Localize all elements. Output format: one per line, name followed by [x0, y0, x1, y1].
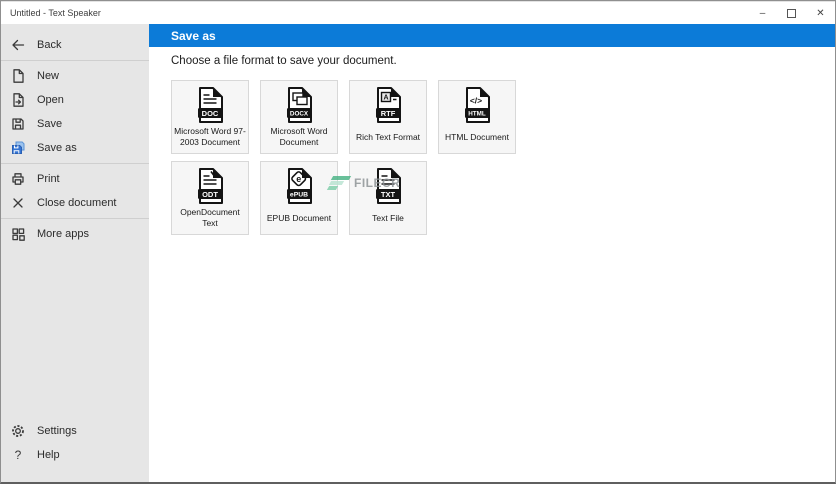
format-label: Rich Text Format	[356, 124, 420, 150]
format-tile-txt[interactable]: TXT Text File	[349, 161, 427, 235]
close-button[interactable]: ✕	[806, 2, 835, 24]
epub-file-icon: e ePUB	[284, 167, 314, 205]
save-floppy-icon	[10, 116, 26, 132]
page-header: Save as	[149, 24, 835, 47]
page-title: Save as	[171, 29, 216, 43]
format-row-1: DOC Microsoft Word 97-2003 Document DOCX	[171, 80, 835, 154]
sidebar-item-label: Help	[37, 449, 60, 461]
sidebar-separator	[1, 163, 149, 164]
content-area: Choose a file format to save your docume…	[149, 47, 835, 235]
format-label: OpenDocument Text	[174, 205, 246, 231]
sidebar-spacer	[1, 246, 149, 419]
sidebar-item-open[interactable]: Open	[1, 88, 149, 112]
svg-text:e: e	[296, 174, 301, 184]
sidebar-item-label: Back	[37, 39, 61, 51]
question-mark-icon: ?	[10, 447, 26, 463]
svg-text:</>: </>	[470, 96, 482, 106]
save-as-icon	[10, 140, 26, 156]
svg-text:DOC: DOC	[202, 109, 219, 118]
sidebar-item-label: Open	[37, 94, 64, 106]
window-title: Untitled - Text Speaker	[1, 8, 748, 18]
sidebar-item-save-as[interactable]: Save as	[1, 136, 149, 160]
sidebar-item-label: Print	[37, 173, 60, 185]
doc-file-icon: DOC	[195, 86, 225, 124]
svg-text:A: A	[383, 95, 388, 102]
sidebar-item-print[interactable]: Print	[1, 167, 149, 191]
rtf-file-icon: A RTF	[373, 86, 403, 124]
sidebar-item-label: Settings	[37, 425, 77, 437]
subtitle-text: Choose a file format to save your docume…	[171, 55, 835, 67]
svg-text:DOCX: DOCX	[290, 111, 309, 118]
format-label: Microsoft Word Document	[263, 124, 335, 150]
sidebar-item-more-apps[interactable]: More apps	[1, 222, 149, 246]
sidebar-item-back[interactable]: Back	[1, 33, 149, 57]
sidebar-item-close-document[interactable]: Close document	[1, 191, 149, 215]
minimize-icon: –	[760, 8, 766, 19]
maximize-button[interactable]	[777, 2, 806, 24]
svg-text:ODT: ODT	[202, 190, 218, 199]
titlebar: Untitled - Text Speaker – ✕	[1, 1, 835, 24]
svg-text:HTML: HTML	[468, 111, 486, 118]
format-tile-docx[interactable]: DOCX Microsoft Word Document	[260, 80, 338, 154]
svg-text:RTF: RTF	[381, 109, 396, 118]
open-document-icon	[10, 92, 26, 108]
sidebar-item-label: Close document	[37, 197, 117, 209]
svg-text:ePUB: ePUB	[290, 192, 308, 199]
html-file-icon: </> HTML	[462, 86, 492, 124]
format-label: Text File	[372, 205, 404, 231]
sidebar-separator	[1, 218, 149, 219]
maximize-icon	[787, 9, 796, 18]
format-label: Microsoft Word 97-2003 Document	[174, 124, 246, 150]
svg-text:TXT: TXT	[381, 190, 396, 199]
main-panel: Save as Choose a file format to save you…	[149, 24, 835, 483]
format-tile-rtf[interactable]: A RTF Rich Text Format	[349, 80, 427, 154]
new-document-icon	[10, 68, 26, 84]
sidebar-item-settings[interactable]: Settings	[1, 419, 149, 443]
close-icon: ✕	[816, 8, 824, 19]
window-controls: – ✕	[748, 2, 835, 24]
docx-file-icon: DOCX	[284, 86, 314, 124]
minimize-button[interactable]: –	[748, 2, 777, 24]
close-x-icon	[10, 195, 26, 211]
sidebar-item-label: More apps	[37, 228, 89, 240]
sidebar-item-save[interactable]: Save	[1, 112, 149, 136]
sidebar: Back New Open Save	[1, 24, 149, 483]
format-row-2: ODT OpenDocument Text e ePUB EPUB Docume…	[171, 161, 835, 235]
format-tile-doc[interactable]: DOC Microsoft Word 97-2003 Document	[171, 80, 249, 154]
app-window: Untitled - Text Speaker – ✕ Back New	[0, 0, 836, 484]
sidebar-item-label: Save	[37, 118, 62, 130]
format-label: EPUB Document	[267, 205, 331, 231]
sidebar-item-help[interactable]: ? Help	[1, 443, 149, 467]
format-tile-epub[interactable]: e ePUB EPUB Document	[260, 161, 338, 235]
txt-file-icon: TXT	[373, 167, 403, 205]
odt-file-icon: ODT	[195, 167, 225, 205]
sidebar-separator	[1, 60, 149, 61]
back-arrow-icon	[10, 37, 26, 53]
format-label: HTML Document	[445, 124, 509, 150]
format-tile-html[interactable]: </> HTML HTML Document	[438, 80, 516, 154]
sidebar-item-label: New	[37, 70, 59, 82]
sidebar-item-label: Save as	[37, 142, 77, 154]
sidebar-item-new[interactable]: New	[1, 64, 149, 88]
gear-icon	[10, 423, 26, 439]
apps-grid-icon	[10, 226, 26, 242]
printer-icon	[10, 171, 26, 187]
format-tile-odt[interactable]: ODT OpenDocument Text	[171, 161, 249, 235]
